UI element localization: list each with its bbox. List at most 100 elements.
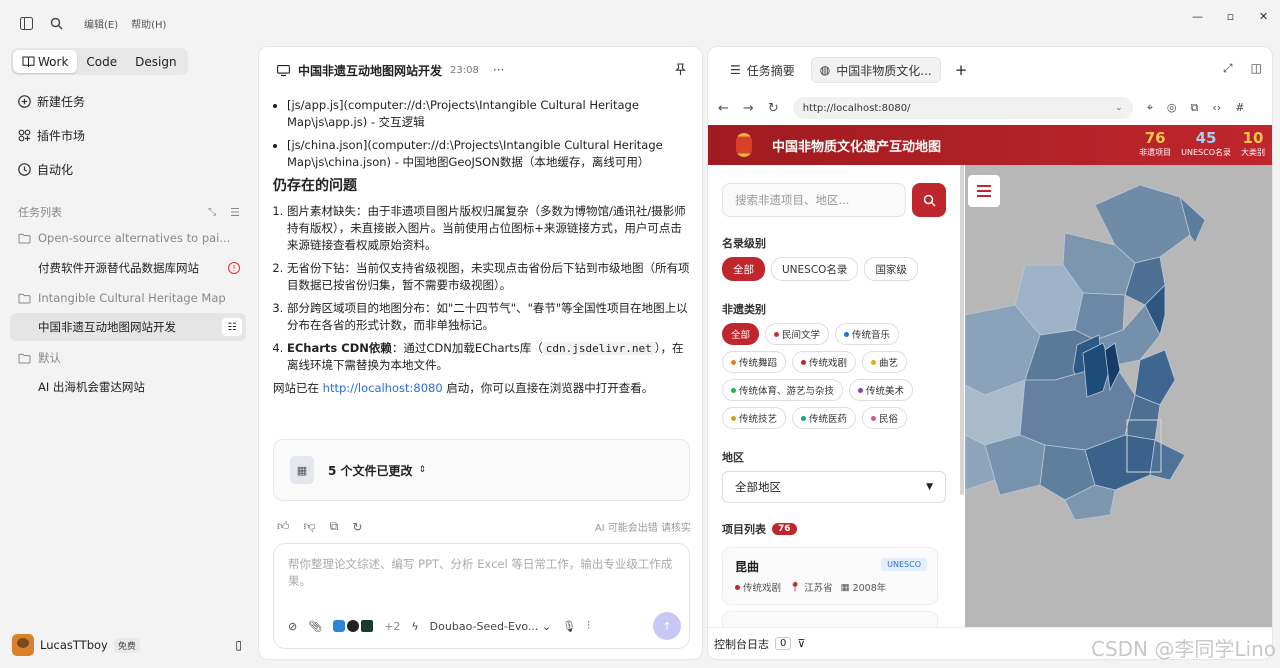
expand-icon[interactable]: ⤢ [1223,61,1233,76]
region-label: 地区 [722,451,744,464]
sidebar-item-new-task[interactable]: 新建任务 [18,93,85,110]
send-button[interactable]: ↑ [653,612,681,640]
category-chip[interactable]: 民俗 [862,407,908,429]
mode-design[interactable]: Design [126,50,185,73]
reload-icon[interactable]: ↻ [768,101,779,116]
mic-icon[interactable]: 🎙︎ [562,620,576,633]
canvas-icon[interactable]: ⊘ [288,620,297,633]
task-folder-default[interactable]: 默认 [10,344,246,372]
mode-code[interactable]: Code [77,50,126,73]
forward-icon[interactable]: → [743,101,754,116]
filter-icon[interactable]: ⊽ [797,637,805,650]
thumbs-up-icon[interactable]: 👍︎ [277,519,290,534]
composer[interactable]: 帮你整理论文综述、编写 PPT、分析 Excel 等日常工作，输出专业级工作成果… [273,543,690,649]
item-card[interactable] [722,611,938,628]
map-menu-button[interactable] [968,175,1000,207]
category-chip[interactable]: 民间文学 [765,323,830,345]
category-chip[interactable]: 曲艺 [862,351,908,373]
stats: 76 非遗项目 45 UNESCO名录 10 大类别 [1139,129,1265,158]
search-input[interactable]: 搜索非遗项目、地区... [722,183,906,217]
devtools-icon[interactable]: ‹› [1212,101,1221,115]
task-folder-open-source[interactable]: Open-source alternatives to pai... [10,224,246,252]
terminal-icon [361,620,374,632]
category-chip[interactable]: 传统医药 [792,407,857,429]
category-chip[interactable]: 传统音乐 [835,323,900,345]
retry-icon[interactable]: ↻ [352,520,362,534]
thumbs-down-icon[interactable]: 👎︎ [304,519,316,534]
mode-switcher: Work Code Design [11,48,188,75]
sidebar-item-automation[interactable]: 自动化 [18,161,73,178]
caret-down-icon: ▼ [926,482,933,492]
folder-icon [18,353,31,363]
localhost-link[interactable]: http://localhost:8080 [323,381,443,395]
back-icon[interactable]: ← [718,101,729,116]
category-chip[interactable]: 传统美术 [849,379,914,401]
filter-panel: 搜索非遗项目、地区... 名录级别 全部 UNESCO名录 国家级 非遗类别 全… [708,165,965,628]
category-chip[interactable]: 传统戏剧 [792,351,857,373]
sidebar: Work Code Design 新建任务 插件市场 自动化 任务列表 ⤡ ☰ … [0,46,258,668]
task-outline-icon[interactable]: ☷ [222,318,242,336]
category-chip[interactable]: 传统体育、游艺与杂技 [722,379,844,401]
new-tab-button[interactable]: + [955,61,968,79]
pointer-icon[interactable]: ⌖ [1147,101,1153,115]
list-icon: ☰ [730,63,741,77]
composer-input[interactable]: 帮你整理论文综述、编写 PPT、分析 Excel 等日常工作，输出专业级工作成果… [288,556,678,590]
search-button[interactable] [912,183,946,217]
more-button[interactable]: ··· [493,63,504,77]
category-chip[interactable]: 传统舞蹈 [722,351,787,373]
connectors[interactable] [333,620,374,632]
close-icon[interactable]: ✕ [1247,0,1280,32]
level-chip[interactable]: UNESCO名录 [771,257,859,281]
task-item-ich-map-dev[interactable]: 中国非遗互动地图网站开发 ☷ [10,313,246,341]
sidebar-toggle-icon[interactable] [18,15,34,31]
task-item-paid-software[interactable]: 付费软件开源替代品数据库网站 ! [10,254,246,282]
china-map[interactable] [965,165,1272,628]
monitor-icon [277,64,290,76]
site-title: 中国非物质文化遗产互动地图 [772,139,942,155]
waveform-icon[interactable]: ⫶ [587,619,590,633]
scrollbar-thumb[interactable] [960,165,964,495]
tab-task-summary[interactable]: ☰ 任务摘要 [722,57,803,83]
maximize-icon[interactable]: ▫ [1214,0,1247,32]
search-icon[interactable] [48,15,64,31]
site-header: 中国非物质文化遗产互动地图 76 非遗项目 45 UNESCO名录 10 大类别 [708,125,1272,165]
category-dot [871,415,877,421]
url-bar[interactable]: http://localhost:8080/ ⌄ [792,97,1133,119]
category-dot [801,359,807,365]
model-selector[interactable]: Doubao-Seed-Evo... ⌄ [430,620,551,633]
task-list-header: 任务列表 ⤡ ☰ [18,205,240,220]
user-profile[interactable]: LucasTTboy 免费 ▯ [12,634,242,656]
hash-icon[interactable]: # [1235,101,1244,115]
device-icon[interactable]: ▯ [235,638,242,652]
sidebar-item-plugins[interactable]: 插件市场 [18,127,85,144]
pin-icon[interactable] [675,63,686,79]
screenshot-icon[interactable]: ⧉ [1191,101,1199,115]
panel-toggle-icon[interactable]: ◫ [1251,61,1262,76]
target-icon[interactable]: ◎ [1167,101,1177,115]
task-folder-ich-map[interactable]: Intangible Cultural Heritage Map [10,284,246,312]
map-province [1149,439,1186,481]
calendar-icon: ▦ [840,581,850,593]
filter-icon[interactable]: ☰ [230,206,240,219]
category-chips: 全部 民间文学 传统音乐传统舞蹈 传统戏剧 曲艺 传统体育、游艺与杂技 传统美术传统技艺 传统… [722,323,952,429]
menu-help[interactable]: 帮助(H) [131,16,166,31]
collapse-icon[interactable]: ⤡ [208,207,216,218]
menu-edit[interactable]: 编辑(E) [84,16,118,31]
minimize-icon[interactable]: — [1181,0,1214,32]
level-chip[interactable]: 全部 [722,257,765,281]
category-label: 非遗类别 [722,303,766,316]
feedback-bar: 👍︎ 👎︎ ⧉ ↻ AI 可能会出错 请核实 [277,519,691,534]
category-chip[interactable]: 传统技艺 [722,407,787,429]
task-item-ai-radar[interactable]: AI 出海机会雷达网站 [10,373,246,401]
folder-icon [18,293,31,303]
mode-work[interactable]: Work [13,50,78,73]
files-changed-card[interactable]: ▦ 5 个文件已更改 ⇕ [273,439,690,501]
item-card[interactable]: 昆曲 UNESCO 传统戏剧 📍︎ 江苏省 ▦ 2008年 [722,547,938,605]
category-chip[interactable]: 全部 [722,323,760,345]
attach-icon[interactable]: 📎︎ [308,620,322,633]
region-select[interactable]: 全部地区 ▼ [722,471,946,503]
tab-browser-page[interactable]: ◍ 中国非物质文化... [810,57,941,83]
copy-icon[interactable]: ⧉ [330,519,339,534]
bolt-icon[interactable]: ϟ [411,620,418,633]
level-chip[interactable]: 国家级 [864,257,918,281]
